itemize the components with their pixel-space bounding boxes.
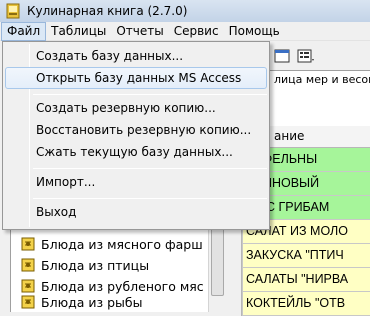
table-row[interactable]: САЛАТЫ "НИРВА	[242, 268, 370, 292]
app-icon	[5, 3, 21, 19]
tree-item-label: Блюда из мясного фарш	[41, 236, 203, 252]
menu-item-import[interactable]: Импорт...	[5, 171, 267, 193]
menu-item-compact[interactable]: Сжать текущую базу данных...	[5, 141, 267, 163]
menu-separator	[33, 94, 267, 95]
book-icon	[21, 237, 35, 251]
tree-item-label: Блюда из птицы	[41, 257, 150, 273]
menu-item-restore[interactable]: Восстановить резервную копию...	[5, 119, 267, 141]
window-title: Кулинарная книга (2.7.0)	[27, 4, 188, 18]
menu-file[interactable]: Файл	[1, 21, 47, 41]
table-row[interactable]: ЗАКУСКА "ПТИЧ	[242, 244, 370, 268]
list-view-icon[interactable]	[296, 47, 316, 65]
book-icon	[21, 295, 35, 309]
menu-separator	[33, 198, 267, 199]
menu-item-create-db[interactable]: Создать базу данных...	[5, 45, 267, 67]
tab-strip: лица мер и весов	[262, 70, 370, 88]
file-menu-dropdown: Создать базу данных... Открыть базу данн…	[2, 41, 270, 230]
menu-tables[interactable]: Таблицы	[46, 22, 111, 41]
toolbar	[262, 42, 370, 70]
menu-service[interactable]: Сервис	[169, 22, 224, 41]
table-row[interactable]: КОКТЕЙЛЬ "ОТВ	[242, 292, 370, 316]
title-bar: Кулинарная книга (2.7.0)	[0, 0, 370, 22]
tree-item[interactable]: Блюда из мясного фарш	[21, 234, 203, 254]
menu-separator	[33, 168, 267, 169]
book-icon	[21, 279, 35, 293]
menu-item-exit[interactable]: Выход	[5, 201, 267, 223]
tree-item[interactable]: Блюда из рыбы	[21, 292, 143, 312]
menu-bar: Файл Таблицы Отчеты Сервис Помощь	[0, 21, 370, 41]
window-icon[interactable]	[272, 47, 292, 65]
book-icon	[21, 258, 35, 272]
tree-item-label: Блюда из рыбы	[41, 294, 143, 310]
menu-item-backup[interactable]: Создать резервную копию...	[5, 97, 267, 119]
tab-measures[interactable]: лица мер и весов	[269, 70, 370, 88]
tree-item[interactable]: Блюда из птицы	[21, 255, 149, 275]
menu-help[interactable]: Помощь	[224, 22, 285, 41]
menu-reports[interactable]: Отчеты	[111, 22, 168, 41]
menu-item-open-access[interactable]: Открыть базу данных MS Access	[5, 67, 267, 89]
column-header-name: ание	[274, 129, 305, 143]
